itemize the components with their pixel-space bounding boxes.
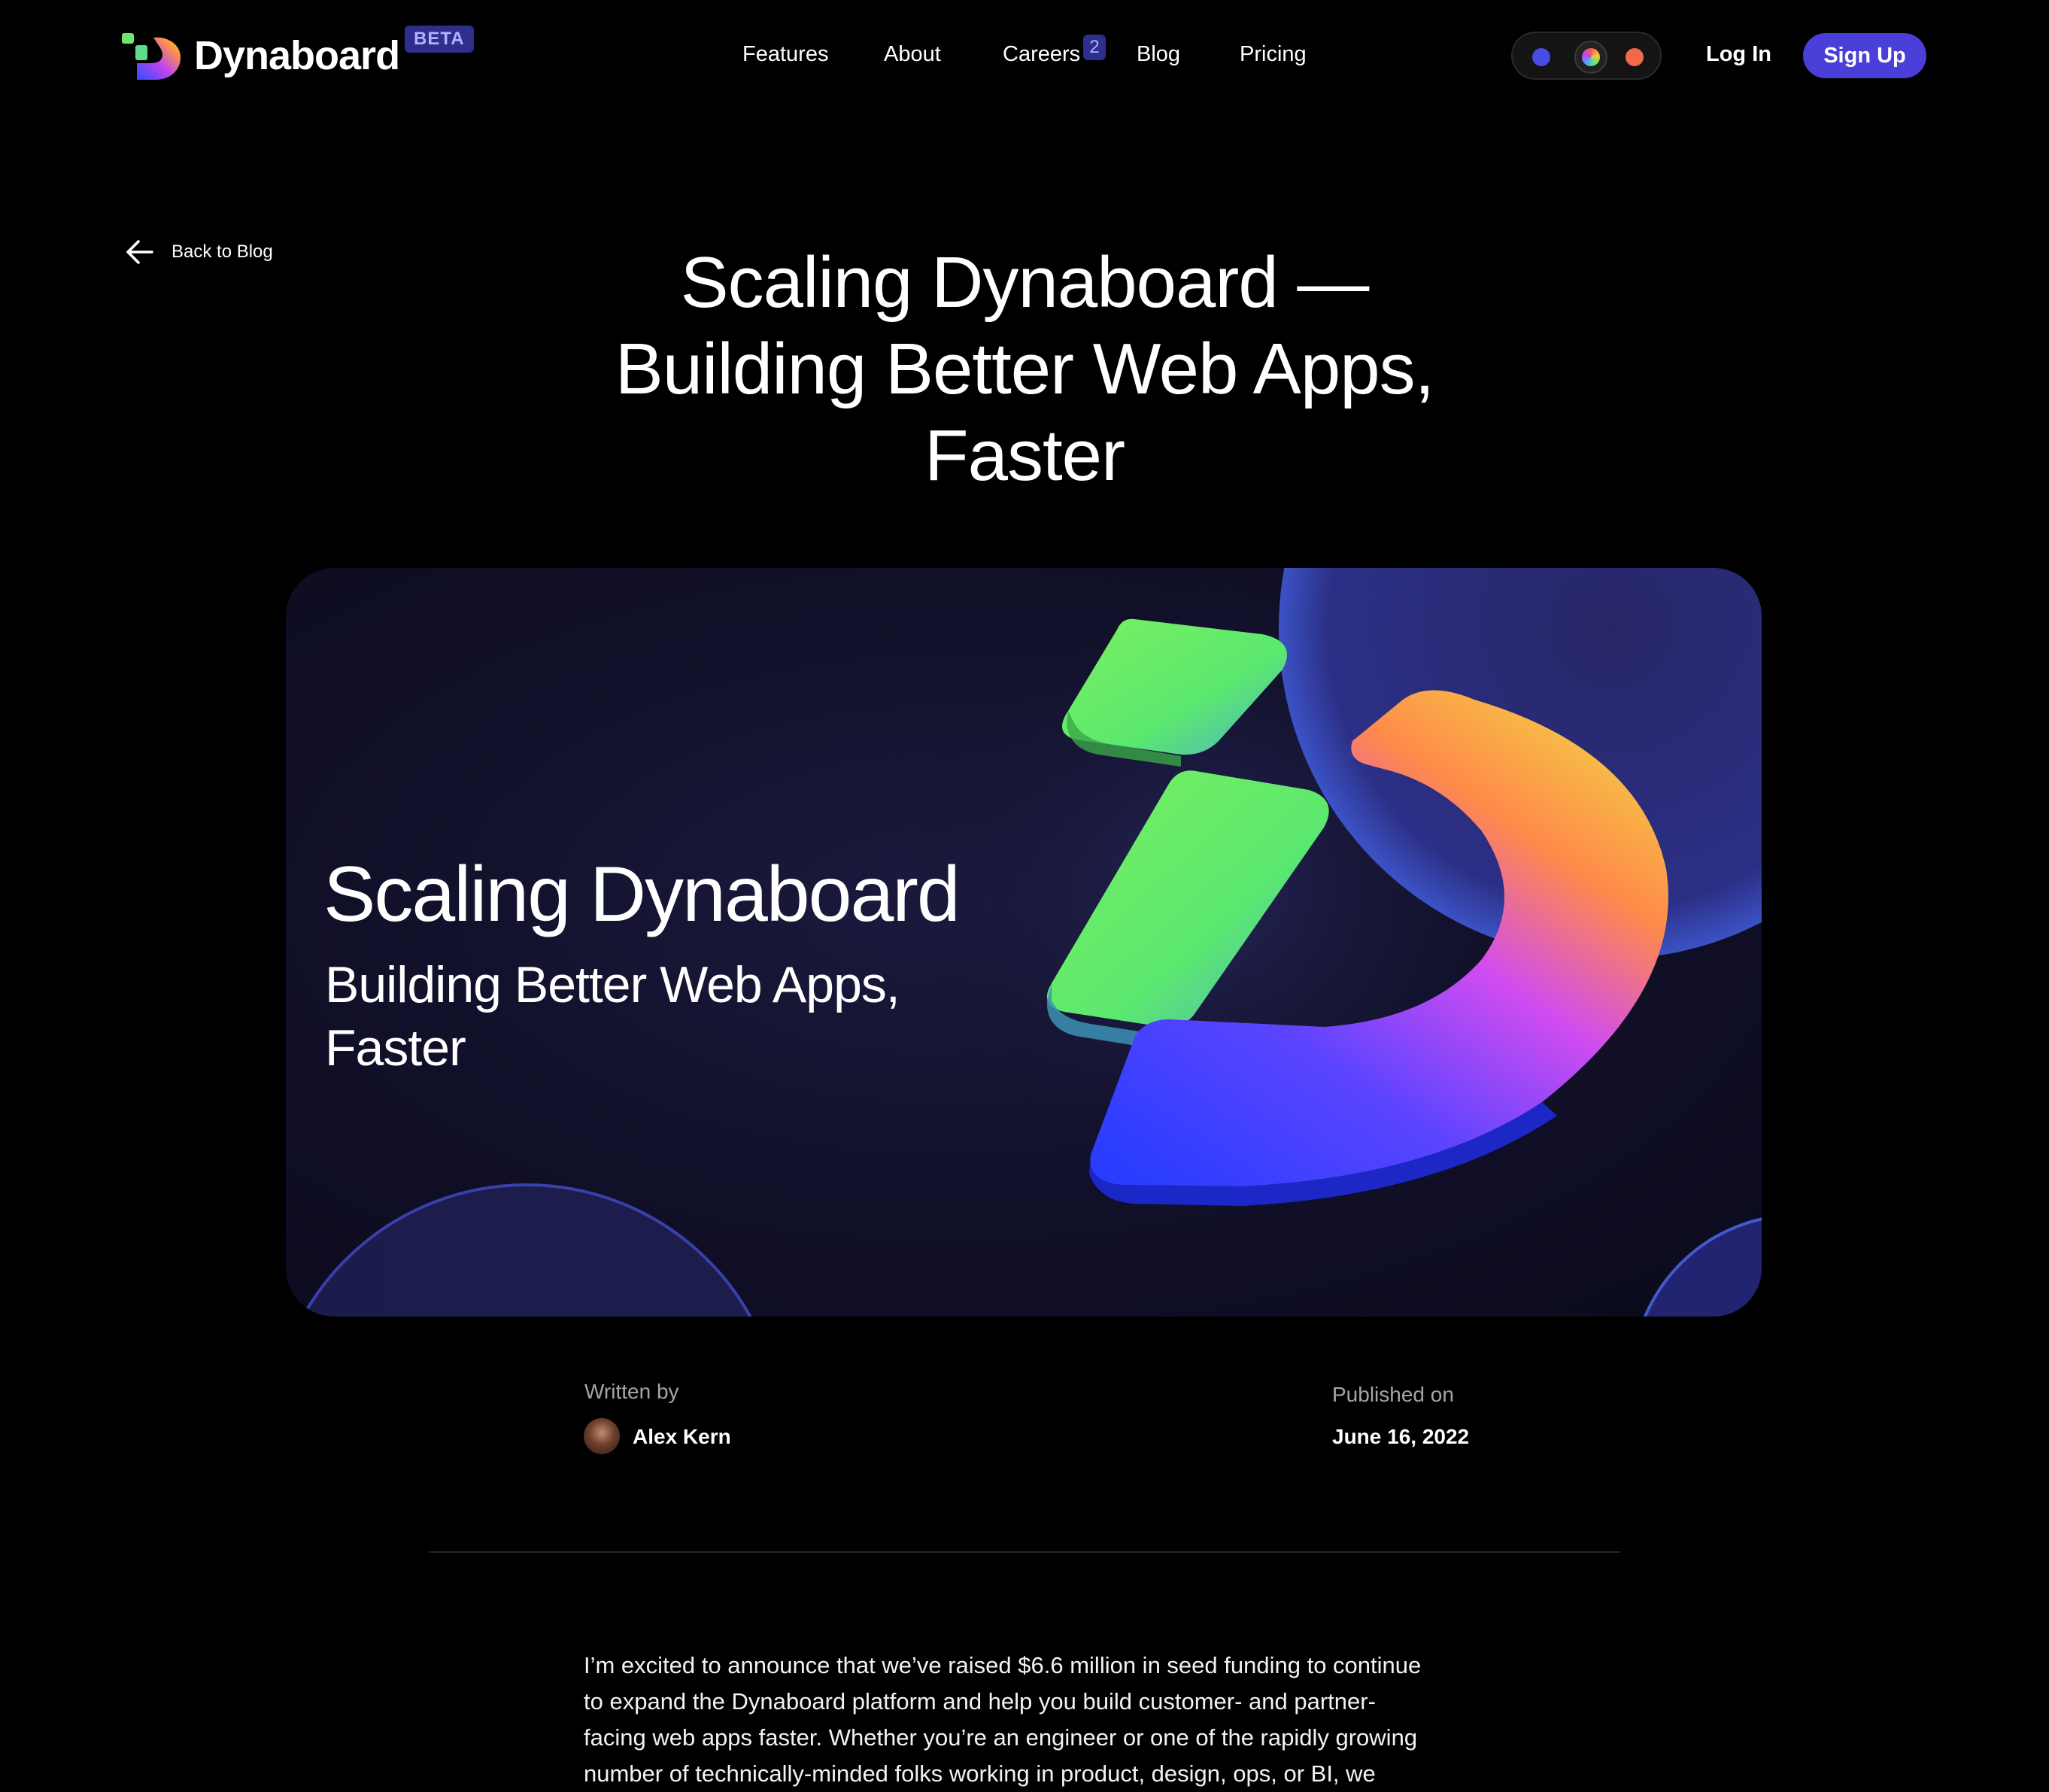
theme-switcher	[1511, 32, 1662, 80]
hero-subtitle-line: Building Better Web Apps,	[325, 956, 900, 1013]
brand-name: Dynaboard	[194, 33, 400, 78]
beta-badge: BETA	[405, 26, 474, 53]
hero-logo-illustration	[301, 568, 1762, 1317]
careers-count-badge: 2	[1083, 35, 1106, 60]
arrow-left-icon	[126, 240, 153, 264]
article-title-line: Building Better Web Apps,	[615, 329, 1435, 409]
hero-subtitle: Building Better Web Apps, Faster	[325, 953, 1002, 1080]
nav-pricing[interactable]: Pricing	[1240, 42, 1307, 67]
article-body-line: I’m excited to announce that we’ve raise…	[584, 1652, 1422, 1678]
divider	[429, 1551, 1620, 1553]
hero-title: Scaling Dynaboard	[323, 851, 961, 938]
article-title-line: Scaling Dynaboard —	[680, 242, 1370, 323]
article-body-line: to expand the Dynaboard platform and hel…	[584, 1688, 1376, 1715]
author-avatar	[584, 1418, 620, 1454]
nav-careers[interactable]: Careers	[1003, 42, 1080, 67]
nav-blog[interactable]: Blog	[1137, 42, 1180, 67]
written-by-label: Written by	[584, 1380, 679, 1403]
published-on-label: Published on	[1332, 1383, 1454, 1406]
article-body-line: number of technically-minded folks worki…	[584, 1760, 1376, 1787]
nav-about[interactable]: About	[884, 42, 941, 67]
author-name[interactable]: Alex Kern	[633, 1425, 731, 1449]
hero-subtitle-line: Faster	[325, 1019, 466, 1077]
back-to-blog-label: Back to Blog	[172, 241, 273, 262]
theme-dot-orange[interactable]	[1626, 48, 1644, 66]
hero-image: Scaling Dynaboard Building Better Web Ap…	[286, 568, 1762, 1317]
dynaboard-logo-icon	[122, 33, 181, 80]
article-title: Scaling Dynaboard — Building Better Web …	[498, 239, 1551, 499]
brand-logo[interactable]: Dynaboard	[120, 30, 400, 81]
signup-button[interactable]: Sign Up	[1803, 33, 1926, 78]
article-title-line: Faster	[924, 415, 1125, 496]
nav-features[interactable]: Features	[742, 42, 828, 67]
login-link[interactable]: Log In	[1706, 42, 1771, 67]
published-date: June 16, 2022	[1332, 1425, 1470, 1448]
article-body: I’m excited to announce that we’ve raise…	[584, 1648, 1471, 1792]
article-body-line: facing web apps faster. Whether you’re a…	[584, 1724, 1418, 1751]
theme-dot-blue[interactable]	[1532, 48, 1550, 66]
back-to-blog-link[interactable]: Back to Blog	[125, 239, 273, 265]
theme-dot-rainbow[interactable]	[1582, 48, 1600, 66]
